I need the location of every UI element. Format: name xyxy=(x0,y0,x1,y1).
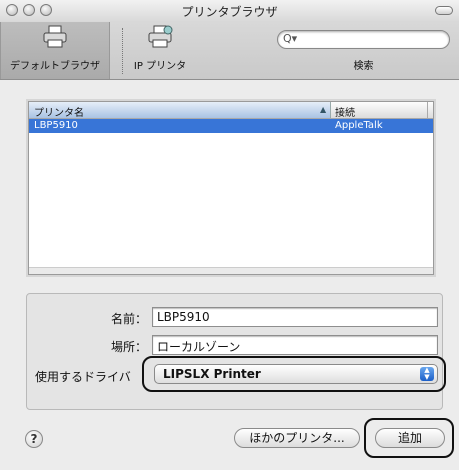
connection-cell: AppleTalk xyxy=(335,120,383,131)
toolbar-toggle-button[interactable] xyxy=(435,6,453,15)
toolbar-separator xyxy=(122,28,123,74)
other-printers-button[interactable]: ほかのプリンタ... xyxy=(234,428,360,448)
default-browser-tab[interactable]: デフォルトブラウザ xyxy=(0,22,110,79)
table-row[interactable]: LBP5910 AppleTalk xyxy=(29,119,433,133)
driver-label: 使用するドライバ xyxy=(35,370,131,384)
column-header-connection[interactable]: 接続 xyxy=(335,104,355,119)
help-button[interactable]: ? xyxy=(25,430,43,448)
location-label: 場所： xyxy=(110,340,147,354)
list-scrollbar[interactable] xyxy=(29,267,433,274)
ip-printer-tab[interactable]: IP プリンタ xyxy=(125,22,195,79)
printer-list[interactable]: プリンタ名 ▲ 接続 LBP5910 AppleTalk xyxy=(28,101,434,275)
printer-browser-window: プリンタブラウザ デフォルトブラウザ IP プリンタ Q▾ 検索 プリンタ名 ▲… xyxy=(0,0,459,470)
sort-ascending-icon: ▲ xyxy=(320,105,327,114)
name-label: 名前： xyxy=(110,312,147,326)
network-printer-icon xyxy=(148,25,173,48)
search-label: 検索 xyxy=(353,61,374,72)
ip-printer-label: IP プリンタ xyxy=(133,61,187,72)
header-divider xyxy=(427,102,428,118)
add-highlight-outline xyxy=(364,418,454,458)
title-bar: プリンタブラウザ xyxy=(0,0,459,22)
name-field[interactable]: LBP5910 xyxy=(152,307,438,327)
search-field[interactable]: Q▾ xyxy=(277,30,450,49)
search-icon: Q▾ xyxy=(283,32,298,45)
window-title: プリンタブラウザ xyxy=(181,5,278,19)
driver-highlight-outline xyxy=(142,356,446,392)
default-browser-label: デフォルトブラウザ xyxy=(10,61,100,72)
printer-name-cell: LBP5910 xyxy=(34,120,78,131)
toolbar: デフォルトブラウザ IP プリンタ Q▾ 検索 xyxy=(0,22,459,80)
list-header: プリンタ名 ▲ 接続 xyxy=(29,102,433,119)
printer-icon xyxy=(43,25,67,48)
column-header-printer-name[interactable]: プリンタ名 xyxy=(34,104,84,119)
location-field[interactable]: ローカルゾーン xyxy=(152,335,438,355)
